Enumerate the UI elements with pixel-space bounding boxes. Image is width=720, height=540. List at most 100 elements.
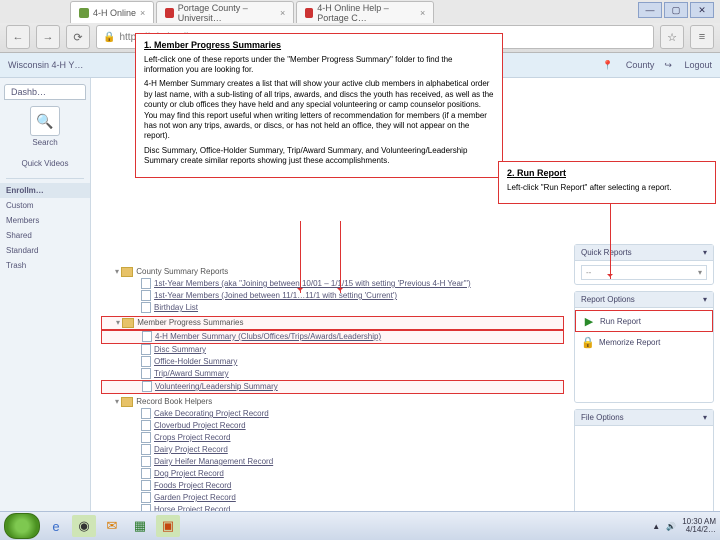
play-icon: ▶ <box>582 314 596 328</box>
tree-item[interactable]: 1st-Year Members (Joined between 11/1…11… <box>101 290 564 302</box>
taskbar-outlook-icon[interactable]: ✉ <box>100 515 124 537</box>
doc-icon <box>141 290 151 301</box>
doc-icon <box>141 408 151 419</box>
memorize-report-button[interactable]: 🔒Memorize Report <box>575 332 713 352</box>
bookmark-button[interactable]: ☆ <box>660 25 684 49</box>
doc-icon <box>141 456 151 467</box>
callout-title: 2. Run Report <box>507 168 707 180</box>
chevron-down-icon[interactable]: ▾ <box>703 413 707 422</box>
minimize-button[interactable]: — <box>638 2 662 18</box>
taskbar-chrome-icon[interactable]: ◉ <box>72 515 96 537</box>
doc-icon <box>141 356 151 367</box>
chevron-down-icon[interactable]: ▾ <box>703 248 707 257</box>
sidebar-trash[interactable]: Trash <box>0 258 90 273</box>
sidebar-shared[interactable]: Shared <box>0 228 90 243</box>
close-icon[interactable]: × <box>420 8 425 18</box>
doc-icon <box>142 381 152 392</box>
forward-button[interactable]: → <box>36 25 60 49</box>
maximize-button[interactable]: ▢ <box>664 2 688 18</box>
folder-icon <box>121 397 133 407</box>
favicon-icon <box>305 8 313 18</box>
folder-member-progress[interactable]: Member Progress Summaries <box>101 316 564 330</box>
favicon-icon <box>79 8 89 18</box>
doc-icon <box>141 432 151 443</box>
doc-icon <box>141 444 151 455</box>
folder-record-book[interactable]: Record Book Helpers <box>101 396 564 408</box>
tab-label: Portage County – Universit… <box>178 3 276 23</box>
close-icon[interactable]: × <box>280 8 285 18</box>
tree-item-member-summary[interactable]: 4-H Member Summary (Clubs/Offices/Trips/… <box>101 330 564 344</box>
tree-item[interactable]: Volunteering/Leadership Summary <box>101 380 564 394</box>
search-icon: 🔍 <box>30 106 60 136</box>
sidebar-quick-videos[interactable]: Quick Videos <box>0 153 90 174</box>
logout-link[interactable]: ↪ Logout <box>664 60 712 70</box>
back-button[interactable]: ← <box>6 25 30 49</box>
browser-tab[interactable]: Portage County – Universit… × <box>156 1 294 23</box>
tree-item[interactable]: Dog Project Record <box>101 468 564 480</box>
doc-icon <box>141 302 151 313</box>
taskbar: e ◉ ✉ ▦ ▣ ▲ 🔊 10:30 AM4/14/2… <box>0 511 720 540</box>
tree-item[interactable]: Garden Project Record <box>101 492 564 504</box>
panel-title: Report Options <box>581 295 635 304</box>
panel-title: Quick Reports <box>581 248 632 257</box>
tree-item[interactable]: Dairy Heifer Management Record <box>101 456 564 468</box>
browser-tab[interactable]: 4-H Online Help – Portage C… × <box>296 1 434 23</box>
taskbar-powerpoint-icon[interactable]: ▣ <box>156 515 180 537</box>
tree-item[interactable]: Birthday List <box>101 302 564 314</box>
panel-title: File Options <box>581 413 624 422</box>
close-icon[interactable]: × <box>140 8 145 18</box>
sidebar-section: Enrollm… <box>0 183 90 198</box>
callout-member-progress: 1. Member Progress Summaries Left-click … <box>135 33 503 178</box>
right-panel: Quick Reports ▾ --▾ Report Options ▾ ▶Run … <box>574 84 714 518</box>
browser-tab[interactable]: 4-H Online × <box>70 1 154 23</box>
banner-title: Wisconsin 4-H Y… <box>8 60 83 70</box>
tree-item[interactable]: 1st-Year Members (aka "Joining between 1… <box>101 278 564 290</box>
arrow-icon <box>340 221 341 293</box>
sidebar-search[interactable]: 🔍Search <box>0 100 90 153</box>
tree-item[interactable]: Disc Summary <box>101 344 564 356</box>
tree-item[interactable]: Cake Decorating Project Record <box>101 408 564 420</box>
folder-icon <box>122 318 134 328</box>
run-report-button[interactable]: ▶Run Report <box>575 310 713 332</box>
dashboard-tab[interactable]: Dashb… <box>4 84 86 100</box>
tree-item[interactable]: Foods Project Record <box>101 480 564 492</box>
chevron-down-icon[interactable]: ▾ <box>703 295 707 304</box>
reload-button[interactable]: ⟳ <box>66 25 90 49</box>
start-button[interactable] <box>4 513 40 539</box>
sidebar-members[interactable]: Members <box>0 213 90 228</box>
tab-label: 4-H Online Help – Portage C… <box>317 3 416 23</box>
report-options-panel: Report Options ▾ ▶Run Report 🔒Memorize Re… <box>574 291 714 403</box>
file-options-panel: File Options ▾ <box>574 409 714 521</box>
doc-icon <box>141 278 151 289</box>
taskbar-ie-icon[interactable]: e <box>44 515 68 537</box>
window-controls: —▢✕ <box>638 2 714 18</box>
tray-icon[interactable]: 🔊 <box>666 522 676 531</box>
quick-reports-panel: Quick Reports ▾ --▾ <box>574 244 714 285</box>
lock-icon: 🔒 <box>581 335 595 349</box>
sidebar-custom[interactable]: Custom <box>0 198 90 213</box>
tab-strip: 4-H Online × Portage County – Universit… ×… <box>0 0 720 23</box>
favicon-icon <box>165 8 173 18</box>
doc-icon <box>141 492 151 503</box>
system-tray[interactable]: ▲ 🔊 10:30 AM4/14/2… <box>652 518 716 534</box>
doc-icon <box>141 468 151 479</box>
tree-item[interactable]: Dairy Project Record <box>101 444 564 456</box>
lock-icon: 🔒 <box>103 32 115 43</box>
taskbar-excel-icon[interactable]: ▦ <box>128 515 152 537</box>
county-link[interactable]: 📍 County <box>602 60 654 70</box>
tree-item[interactable]: Crops Project Record <box>101 432 564 444</box>
tree-item[interactable]: Cloverbud Project Record <box>101 420 564 432</box>
sidebar: Dashb… 🔍Search Quick Videos Enrollm… Cus… <box>0 78 91 518</box>
doc-icon <box>141 480 151 491</box>
tree-item[interactable]: Trip/Award Summary <box>101 368 564 380</box>
tab-label: 4-H Online <box>93 8 136 18</box>
chevron-down-icon: ▾ <box>698 268 702 277</box>
doc-icon <box>142 331 152 342</box>
tray-icon[interactable]: ▲ <box>652 522 660 531</box>
sidebar-standard[interactable]: Standard <box>0 243 90 258</box>
close-button[interactable]: ✕ <box>690 2 714 18</box>
tree-item[interactable]: Office-Holder Summary <box>101 356 564 368</box>
folder-county-summary[interactable]: County Summary Reports <box>101 266 564 278</box>
quick-reports-select[interactable]: --▾ <box>581 265 707 280</box>
menu-button[interactable]: ≡ <box>690 25 714 49</box>
